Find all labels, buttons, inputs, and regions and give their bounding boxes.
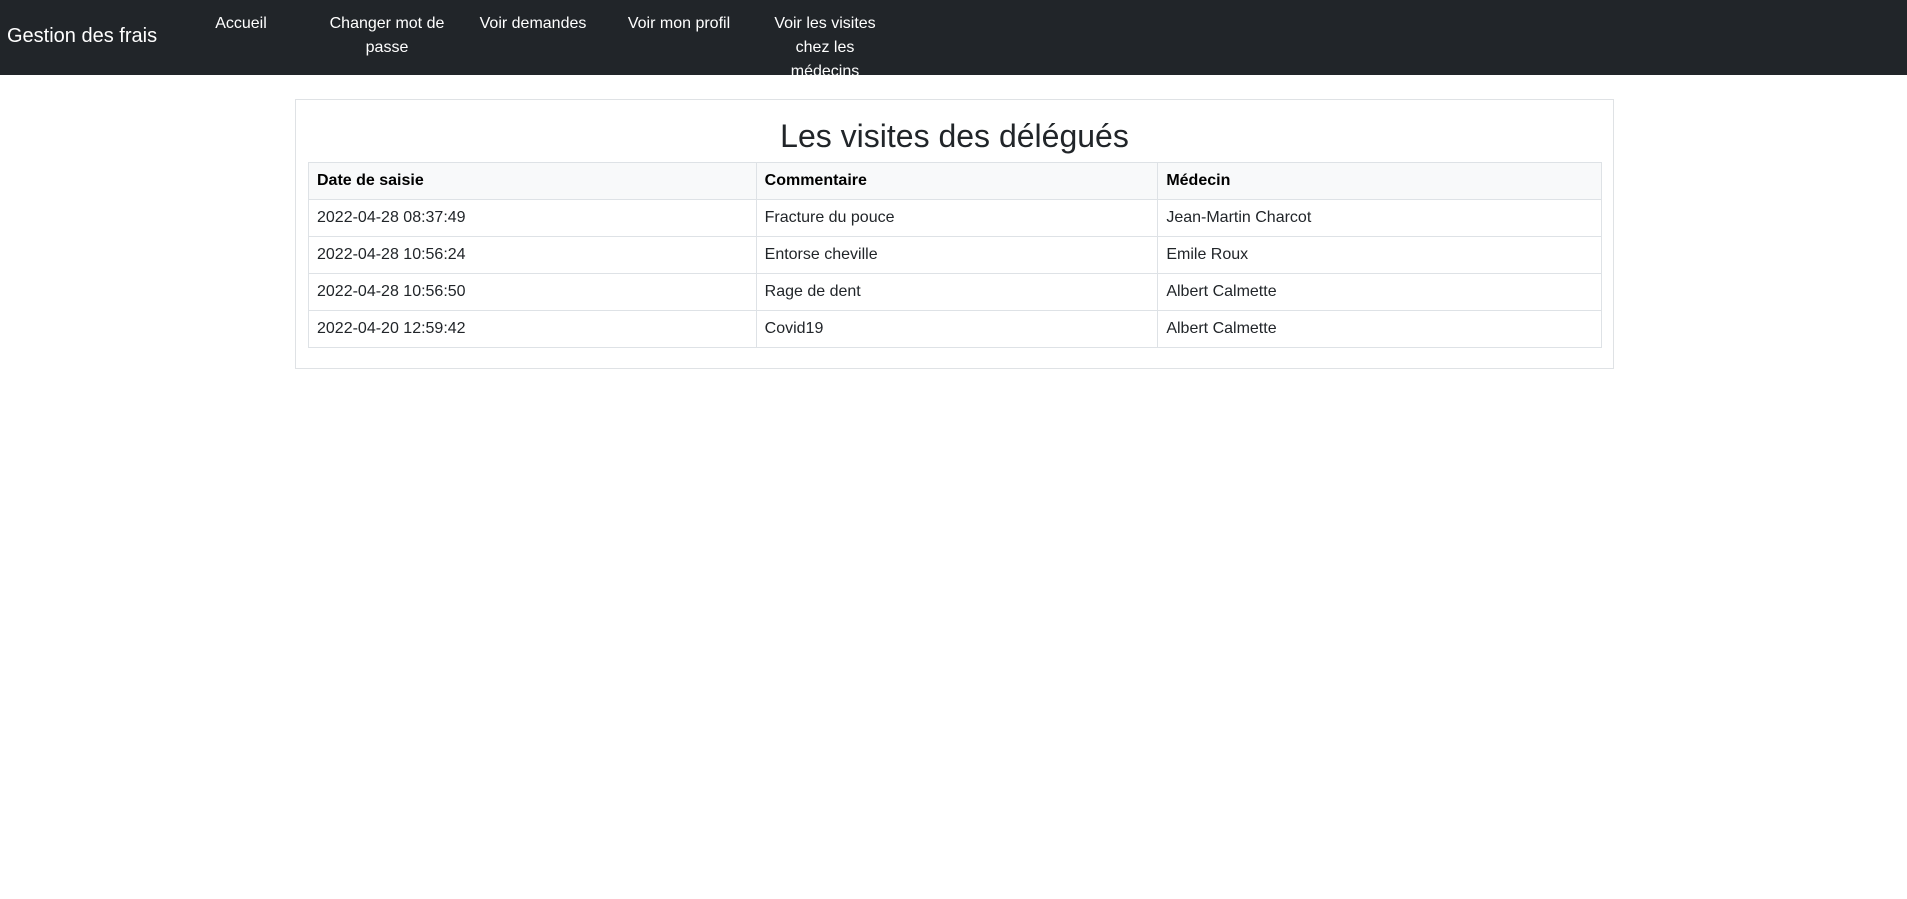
header-commentaire: Commentaire xyxy=(755,162,1159,200)
nav-item-accueil[interactable]: Accueil xyxy=(176,12,306,36)
page-title: Les visites des délégués xyxy=(780,118,1129,154)
cell-date: 2022-04-28 10:56:24 xyxy=(308,236,757,274)
brand-link[interactable]: Gestion des frais xyxy=(7,22,157,50)
cell-commentaire: Covid19 xyxy=(755,310,1159,348)
header-medecin: Médecin xyxy=(1157,162,1602,200)
table-header-row: Date de saisie Commentaire Médecin xyxy=(308,162,1602,200)
nav-item-voir-mon-profil[interactable]: Voir mon profil xyxy=(614,12,744,36)
top-navbar: Gestion des frais Accueil Changer mot de… xyxy=(0,0,1907,80)
cell-date: 2022-04-20 12:59:42 xyxy=(308,310,757,348)
table-row: 2022-04-28 10:56:24 Entorse cheville Emi… xyxy=(308,236,1602,274)
table-row: 2022-04-28 10:56:50 Rage de dent Albert … xyxy=(308,273,1602,311)
cell-commentaire: Rage de dent xyxy=(755,273,1159,311)
table-row: 2022-04-20 12:59:42 Covid19 Albert Calme… xyxy=(308,310,1602,348)
cell-date: 2022-04-28 08:37:49 xyxy=(308,199,757,237)
cell-date: 2022-04-28 10:56:50 xyxy=(308,273,757,311)
cell-medecin: Emile Roux xyxy=(1157,236,1602,274)
nav-item-voir-visites[interactable]: Voir les visites chez les médecins xyxy=(760,12,890,84)
cell-medecin: Albert Calmette xyxy=(1157,273,1602,311)
visites-card: Les visites des délégués Date de saisie … xyxy=(295,99,1614,369)
cell-commentaire: Entorse cheville xyxy=(755,236,1159,274)
cell-medecin: Jean-Martin Charcot xyxy=(1157,199,1602,237)
cell-commentaire: Fracture du pouce xyxy=(755,199,1159,237)
nav-item-voir-demandes[interactable]: Voir demandes xyxy=(468,12,598,36)
cell-medecin: Albert Calmette xyxy=(1157,310,1602,348)
table-row: 2022-04-28 08:37:49 Fracture du pouce Je… xyxy=(308,199,1602,237)
header-date-de-saisie: Date de saisie xyxy=(308,162,757,200)
visites-table: Date de saisie Commentaire Médecin 2022-… xyxy=(308,162,1602,348)
nav-item-changer-mot-de-passe[interactable]: Changer mot de passe xyxy=(322,12,452,60)
